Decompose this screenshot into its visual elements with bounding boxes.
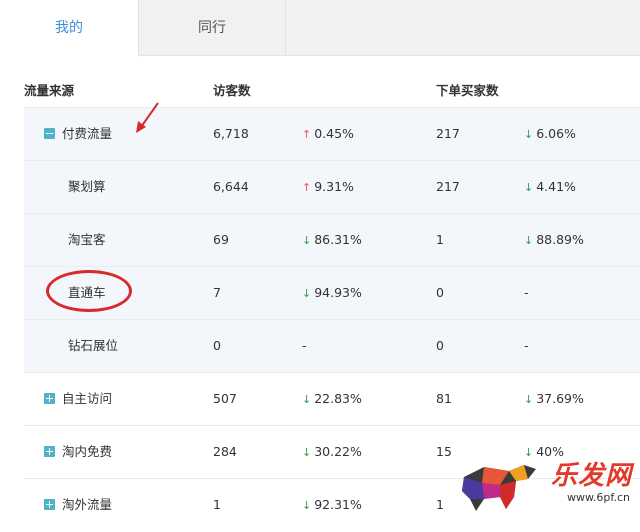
row-visitors-change: - <box>302 320 307 372</box>
row-visitors-change-value: 92.31% <box>314 497 362 512</box>
row-source-label: 付费流量 <box>62 126 113 141</box>
row-buyers-change-value: - <box>524 285 529 300</box>
watermark-title: 乐发网 <box>550 461 632 491</box>
arrow-down-icon: ↓ <box>302 234 312 247</box>
row-visitors-change-value: 22.83% <box>314 391 362 406</box>
arrow-down-icon: ↓ <box>524 181 534 194</box>
row-source-name: 淘内免费 <box>44 426 112 478</box>
row-visitors: 1 <box>213 497 221 512</box>
table-header: 流量来源 访客数 下单买家数 <box>24 75 640 107</box>
row-source-name: 淘宝客 <box>68 214 106 266</box>
arrow-down-icon: ↓ <box>524 393 534 406</box>
row-buyers-change: ↓ 37.69% <box>524 373 584 426</box>
row-visitors-change-value: 0.45% <box>314 126 354 141</box>
bull-logo-icon <box>462 465 536 511</box>
table-row[interactable]: 付费流量 6,718 ↑ 0.45% 217 ↓ 6.06% <box>24 107 640 160</box>
row-buyers: 1 <box>436 497 444 512</box>
row-visitors: 284 <box>213 444 237 459</box>
row-visitors-change-value: 9.31% <box>314 179 354 194</box>
row-source-label: 淘宝客 <box>68 232 106 247</box>
row-buyers: 217 <box>436 179 460 194</box>
row-buyers-change-value: 88.89% <box>536 232 584 247</box>
row-buyers-change-value: 6.06% <box>536 126 576 141</box>
row-source-name: 付费流量 <box>44 108 112 160</box>
watermark-logo: 乐发网 www.6pf.cn <box>454 455 634 517</box>
table-row[interactable]: 自主访问 507 ↓ 22.83% 81 ↓ 37.69% <box>24 372 640 425</box>
table-row: 聚划算 6,644 ↑ 9.31% 217 ↓ 4.41% <box>24 160 640 213</box>
annotation-circle <box>46 270 132 312</box>
row-visitors-change: ↓ 86.31% <box>302 214 362 267</box>
row-buyers-change-value: - <box>524 338 529 353</box>
arrow-down-icon: ↓ <box>302 393 312 406</box>
row-buyers-change: - <box>524 267 529 319</box>
row-visitors-change-value: 94.93% <box>314 285 362 300</box>
row-buyers-change: ↓ 88.89% <box>524 214 584 267</box>
header-visitors: 访客数 <box>213 83 251 98</box>
arrow-down-icon: ↓ <box>524 128 534 141</box>
header-buyers: 下单买家数 <box>436 83 499 98</box>
row-visitors: 69 <box>213 232 229 247</box>
row-visitors: 0 <box>213 338 221 353</box>
row-buyers: 0 <box>436 285 444 300</box>
tab-mine[interactable]: 我的 <box>0 0 139 57</box>
row-buyers: 0 <box>436 338 444 353</box>
row-source-label: 钻石展位 <box>68 338 119 353</box>
row-source-name: 钻石展位 <box>68 320 118 372</box>
arrow-down-icon: ↓ <box>302 446 312 459</box>
row-visitors: 507 <box>213 391 237 406</box>
row-visitors-change: ↓ 30.22% <box>302 426 362 479</box>
row-buyers-change: ↓ 4.41% <box>524 161 576 214</box>
row-buyers: 15 <box>436 444 452 459</box>
arrow-up-icon: ↑ <box>302 128 312 141</box>
row-visitors-change-value: 86.31% <box>314 232 362 247</box>
row-visitors-change: ↑ 0.45% <box>302 108 354 161</box>
table-row: 钻石展位 0 - 0 - <box>24 319 640 372</box>
row-source-label: 淘外流量 <box>62 497 113 512</box>
row-visitors-change: ↑ 9.31% <box>302 161 354 214</box>
table-row: 淘宝客 69 ↓ 86.31% 1 ↓ 88.89% <box>24 213 640 266</box>
tab-peer[interactable]: 同行 <box>139 0 286 56</box>
arrow-down-icon: ↓ <box>524 234 534 247</box>
tab-bar: 我的 同行 <box>0 0 640 57</box>
expand-icon[interactable] <box>44 393 55 404</box>
row-visitors-change: ↓ 22.83% <box>302 373 362 426</box>
row-source-name: 聚划算 <box>68 161 106 213</box>
arrow-down-icon: ↓ <box>302 499 312 512</box>
row-visitors: 7 <box>213 285 221 300</box>
row-buyers: 217 <box>436 126 460 141</box>
row-buyers-change: ↓ 6.06% <box>524 108 576 161</box>
row-visitors-change: ↓ 94.93% <box>302 267 362 320</box>
row-buyers-change-value: 37.69% <box>536 391 584 406</box>
row-source-label: 淘内免费 <box>62 444 113 459</box>
row-source-name: 自主访问 <box>44 373 112 425</box>
row-visitors-change-value: 30.22% <box>314 444 362 459</box>
expand-icon[interactable] <box>44 446 55 457</box>
expand-icon[interactable] <box>44 499 55 510</box>
row-visitors-change-value: - <box>302 338 307 353</box>
row-source-label: 聚划算 <box>68 179 106 194</box>
row-source-label: 自主访问 <box>62 391 113 406</box>
arrow-up-icon: ↑ <box>302 181 312 194</box>
annotation-arrow-icon <box>136 102 159 133</box>
row-visitors: 6,644 <box>213 179 249 194</box>
row-buyers: 1 <box>436 232 444 247</box>
row-visitors-change: ↓ 92.31% <box>302 479 362 532</box>
collapse-icon[interactable] <box>44 128 55 139</box>
header-source: 流量来源 <box>24 83 75 98</box>
row-buyers-change: - <box>524 320 529 372</box>
row-source-name: 淘外流量 <box>44 479 112 531</box>
row-buyers: 81 <box>436 391 452 406</box>
watermark-url: www.6pf.cn <box>566 491 630 504</box>
row-visitors: 6,718 <box>213 126 249 141</box>
arrow-down-icon: ↓ <box>302 287 312 300</box>
row-buyers-change-value: 4.41% <box>536 179 576 194</box>
